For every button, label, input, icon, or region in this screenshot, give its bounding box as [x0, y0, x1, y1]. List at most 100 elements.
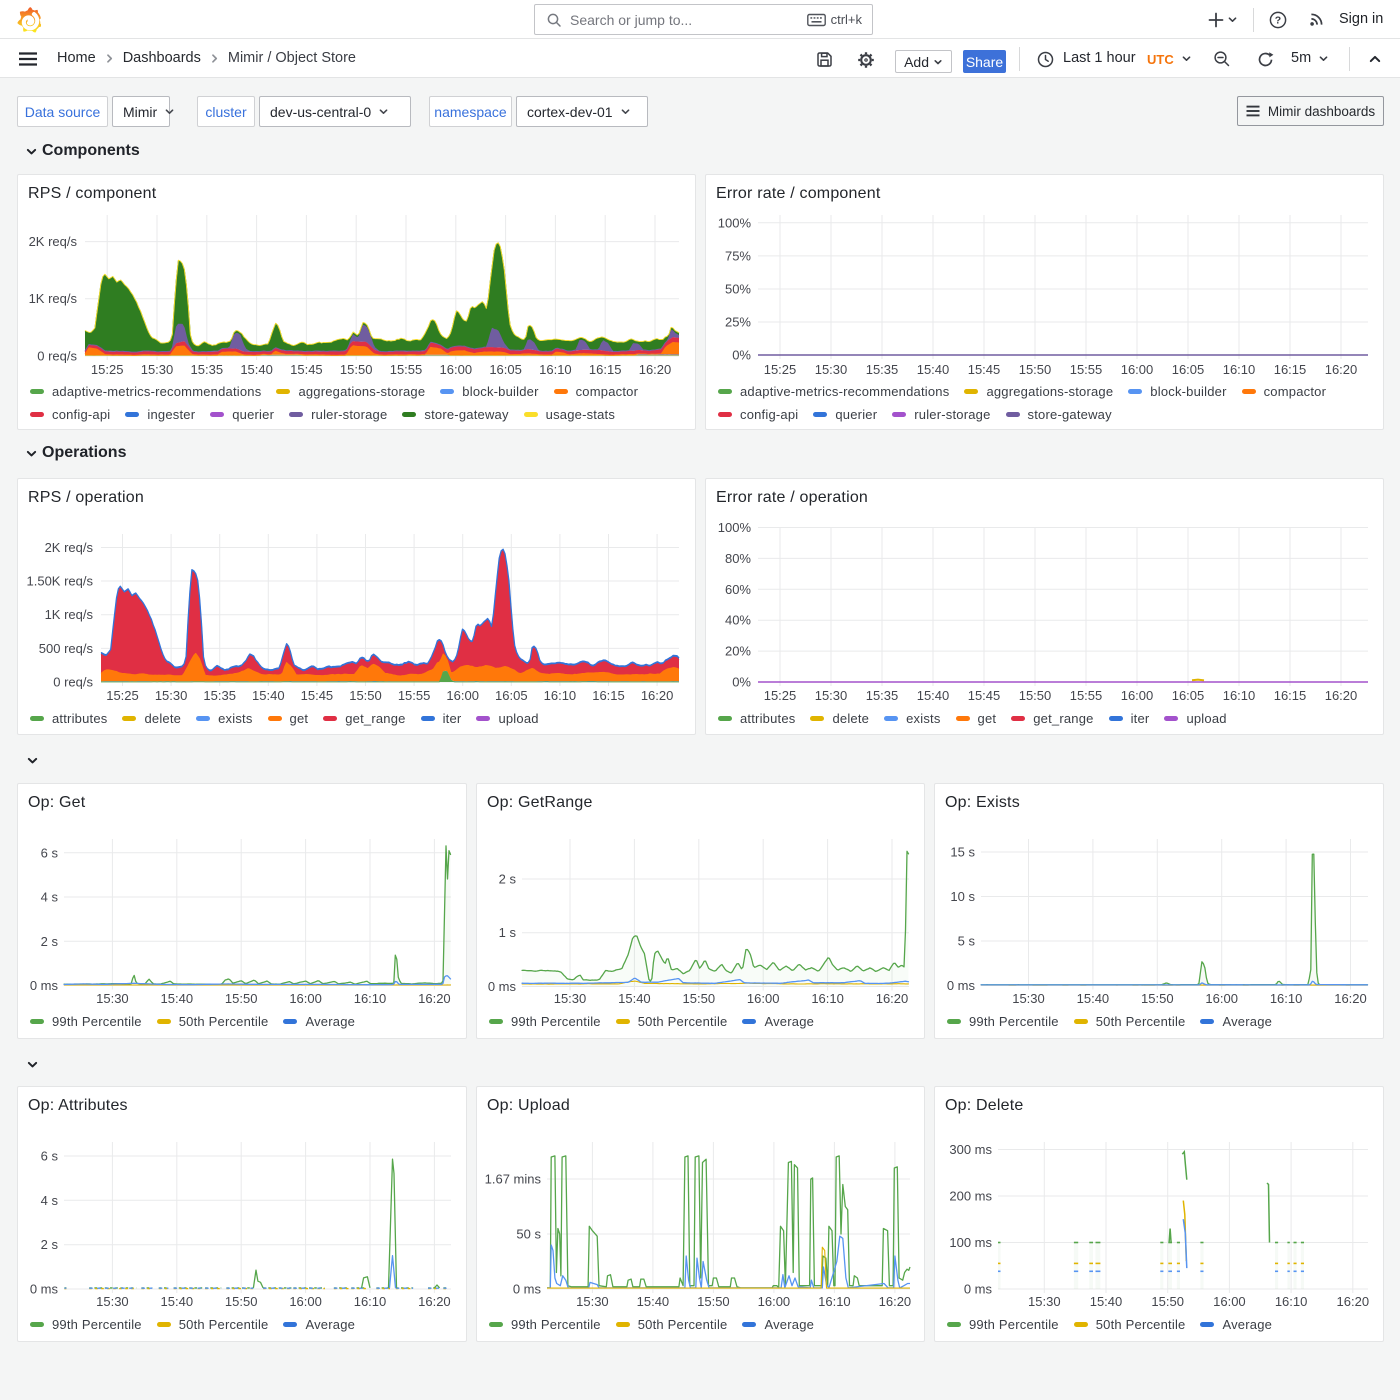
svg-text:15:40: 15:40: [917, 688, 950, 703]
svg-text:200 ms: 200 ms: [949, 1189, 992, 1204]
svg-text:15:40: 15:40: [1077, 991, 1110, 1006]
svg-text:16:00: 16:00: [289, 1294, 322, 1309]
svg-text:16:20: 16:20: [641, 688, 674, 703]
svg-text:15:25: 15:25: [106, 688, 139, 703]
svg-text:16:20: 16:20: [1325, 362, 1358, 377]
svg-text:0 req/s: 0 req/s: [53, 675, 93, 690]
svg-text:15:45: 15:45: [968, 688, 1001, 703]
svg-text:15:50: 15:50: [225, 991, 258, 1006]
svg-text:15:40: 15:40: [637, 1294, 670, 1309]
svg-text:300 ms: 300 ms: [949, 1142, 992, 1157]
svg-text:16:05: 16:05: [1172, 362, 1205, 377]
svg-text:15:30: 15:30: [1028, 1294, 1061, 1309]
svg-text:6 s: 6 s: [41, 1149, 59, 1164]
svg-text:15:35: 15:35: [203, 688, 236, 703]
svg-text:4 s: 4 s: [41, 890, 59, 905]
svg-text:16:20: 16:20: [1337, 1294, 1370, 1309]
svg-text:15:40: 15:40: [1090, 1294, 1123, 1309]
svg-text:15:25: 15:25: [764, 688, 797, 703]
svg-text:15:35: 15:35: [866, 688, 899, 703]
svg-text:16:10: 16:10: [354, 1294, 387, 1309]
svg-text:0 ms: 0 ms: [488, 979, 517, 994]
svg-text:16:05: 16:05: [489, 362, 522, 377]
svg-text:15:50: 15:50: [1019, 688, 1052, 703]
svg-text:25%: 25%: [725, 315, 751, 330]
svg-text:15:25: 15:25: [764, 362, 797, 377]
svg-text:15:30: 15:30: [554, 991, 587, 1006]
svg-text:5 s: 5 s: [958, 934, 976, 949]
svg-text:40%: 40%: [725, 613, 751, 628]
svg-text:15:30: 15:30: [155, 688, 188, 703]
svg-text:15:50: 15:50: [1141, 991, 1174, 1006]
svg-text:0 ms: 0 ms: [30, 978, 59, 993]
svg-text:15:50: 15:50: [1151, 1294, 1184, 1309]
svg-text:15:40: 15:40: [618, 991, 651, 1006]
svg-text:15:50: 15:50: [349, 688, 382, 703]
svg-text:2K req/s: 2K req/s: [45, 540, 94, 555]
svg-text:0%: 0%: [732, 675, 751, 690]
svg-text:15:45: 15:45: [301, 688, 334, 703]
svg-text:16:05: 16:05: [1172, 688, 1205, 703]
svg-text:16:10: 16:10: [1223, 362, 1256, 377]
svg-text:15:45: 15:45: [968, 362, 1001, 377]
svg-text:15:30: 15:30: [141, 362, 174, 377]
svg-text:0 ms: 0 ms: [947, 978, 976, 993]
svg-text:16:10: 16:10: [811, 991, 844, 1006]
svg-text:80%: 80%: [725, 551, 751, 566]
svg-text:1K req/s: 1K req/s: [29, 291, 78, 306]
svg-text:1.50K req/s: 1.50K req/s: [27, 574, 94, 589]
svg-text:16:20: 16:20: [876, 991, 909, 1006]
svg-text:1.67 mins: 1.67 mins: [485, 1172, 542, 1187]
svg-text:500 req/s: 500 req/s: [39, 641, 94, 656]
svg-text:15:55: 15:55: [398, 688, 431, 703]
svg-text:16:15: 16:15: [589, 362, 622, 377]
svg-text:15:50: 15:50: [225, 1294, 258, 1309]
svg-text:100%: 100%: [718, 215, 752, 230]
svg-text:15:50: 15:50: [683, 991, 716, 1006]
svg-text:16:10: 16:10: [1223, 688, 1256, 703]
svg-text:16:00: 16:00: [1213, 1294, 1246, 1309]
svg-text:16:20: 16:20: [418, 991, 451, 1006]
svg-text:16:10: 16:10: [539, 362, 572, 377]
svg-text:1 s: 1 s: [499, 925, 517, 940]
svg-text:2K req/s: 2K req/s: [29, 234, 78, 249]
svg-text:0 req/s: 0 req/s: [37, 349, 77, 364]
svg-text:16:00: 16:00: [446, 688, 479, 703]
svg-text:16:00: 16:00: [1205, 991, 1238, 1006]
svg-text:16:20: 16:20: [879, 1294, 912, 1309]
svg-text:15:55: 15:55: [1070, 362, 1103, 377]
svg-text:16:00: 16:00: [1121, 688, 1154, 703]
svg-text:15:50: 15:50: [697, 1294, 730, 1309]
svg-text:15:55: 15:55: [390, 362, 423, 377]
svg-text:15:40: 15:40: [240, 362, 273, 377]
svg-text:15:40: 15:40: [917, 362, 950, 377]
svg-text:50 s: 50 s: [516, 1227, 541, 1242]
svg-text:16:10: 16:10: [1270, 991, 1303, 1006]
svg-text:16:15: 16:15: [1274, 362, 1307, 377]
svg-text:15:30: 15:30: [815, 688, 848, 703]
svg-text:0 ms: 0 ms: [513, 1282, 542, 1297]
svg-text:6 s: 6 s: [41, 845, 59, 860]
svg-text:16:15: 16:15: [592, 688, 625, 703]
svg-text:16:20: 16:20: [1325, 688, 1358, 703]
svg-text:2 s: 2 s: [41, 1237, 59, 1252]
svg-text:60%: 60%: [725, 582, 751, 597]
svg-text:20%: 20%: [725, 644, 751, 659]
svg-text:4 s: 4 s: [41, 1193, 59, 1208]
svg-text:16:10: 16:10: [1275, 1294, 1308, 1309]
svg-text:15:40: 15:40: [161, 991, 194, 1006]
svg-text:15:35: 15:35: [866, 362, 899, 377]
svg-text:16:10: 16:10: [544, 688, 577, 703]
svg-text:15:40: 15:40: [252, 688, 285, 703]
svg-text:16:00: 16:00: [1121, 362, 1154, 377]
svg-text:15:25: 15:25: [91, 362, 124, 377]
svg-text:75%: 75%: [725, 248, 751, 263]
svg-text:?: ?: [1275, 15, 1281, 27]
svg-text:15:30: 15:30: [96, 1294, 129, 1309]
svg-text:15:55: 15:55: [1070, 688, 1103, 703]
svg-text:15:50: 15:50: [340, 362, 373, 377]
svg-text:15:35: 15:35: [191, 362, 224, 377]
svg-text:16:00: 16:00: [440, 362, 473, 377]
svg-text:16:10: 16:10: [818, 1294, 851, 1309]
svg-text:16:00: 16:00: [758, 1294, 791, 1309]
